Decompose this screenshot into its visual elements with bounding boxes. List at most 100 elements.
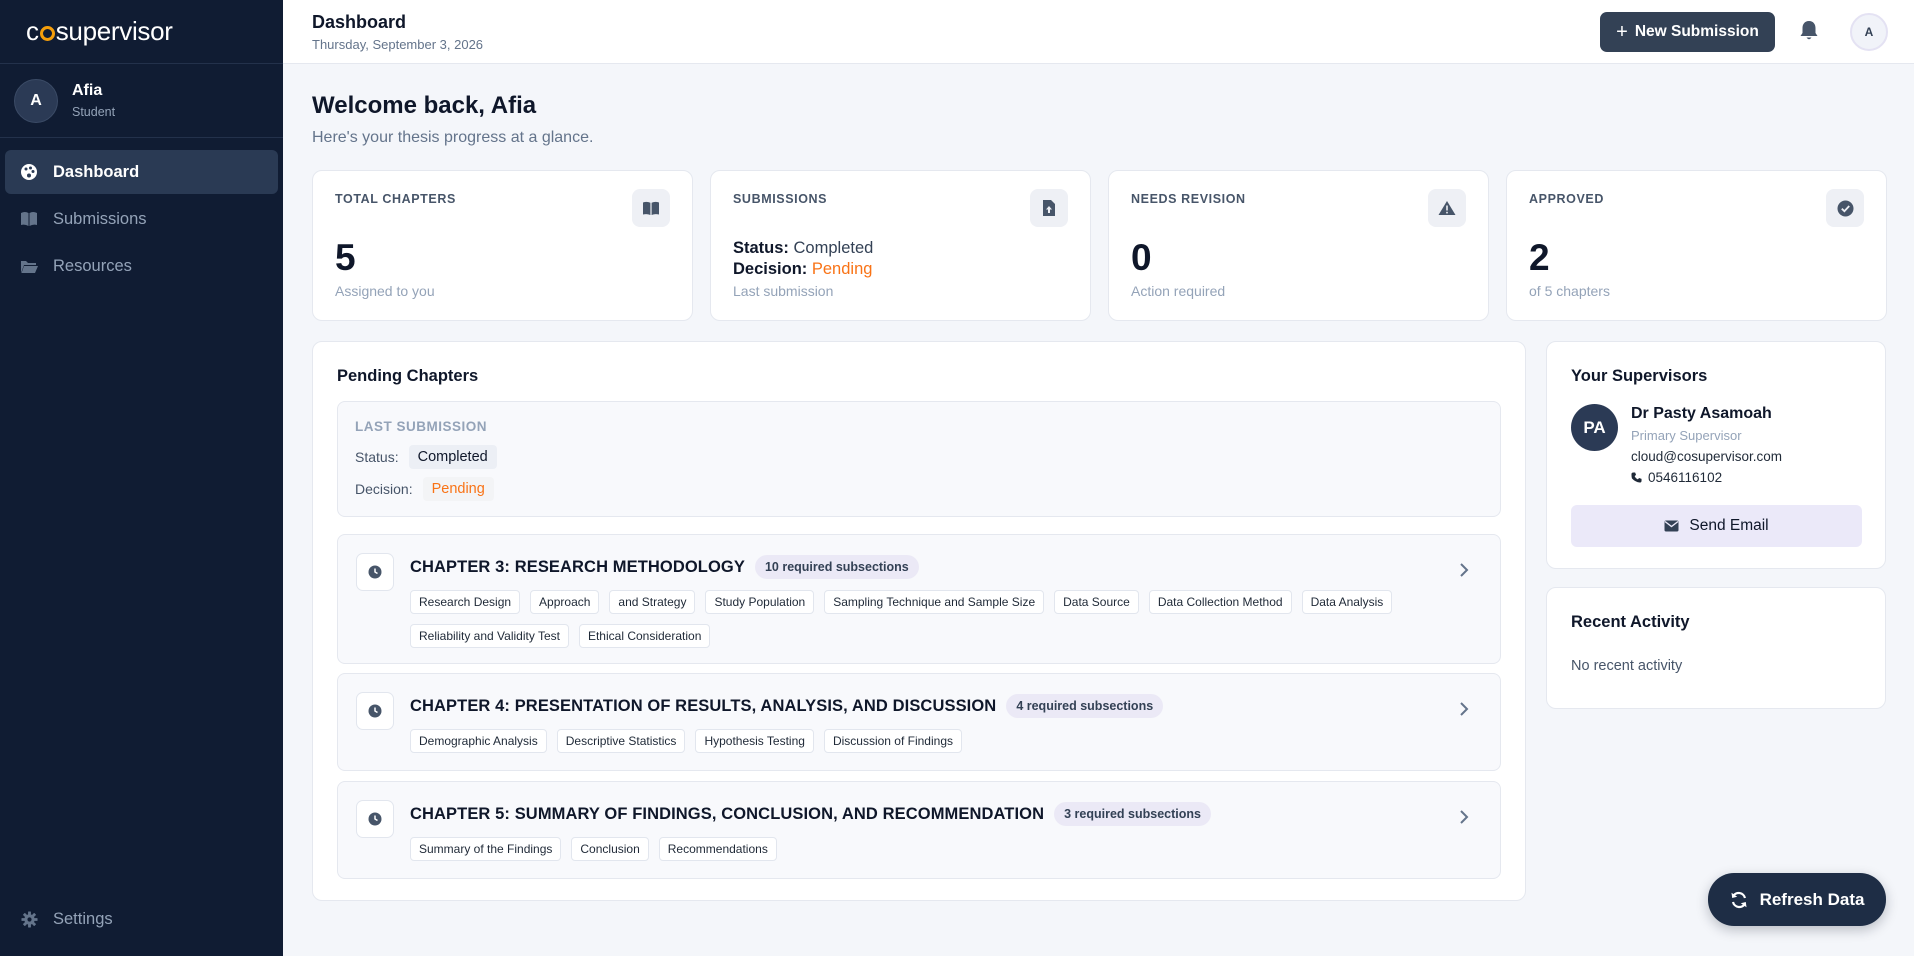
subsection-tags: Demographic Analysis Descriptive Statist… <box>410 729 1440 753</box>
status-value: Completed <box>793 239 874 257</box>
warning-icon <box>1428 189 1466 227</box>
stat-card-approved: APPROVED 2 of 5 chapters <box>1506 170 1887 321</box>
decision-badge: Pending <box>422 477 494 501</box>
subsection-tag: Conclusion <box>571 837 649 861</box>
send-email-button[interactable]: Send Email <box>1571 505 1862 547</box>
clock-icon <box>356 553 394 591</box>
top-bar: Dashboard Thursday, September 3, 2026 + … <box>283 0 1914 64</box>
subsection-tag: Hypothesis Testing <box>695 729 814 753</box>
subsection-tag: Recommendations <box>658 837 777 861</box>
stat-value: 0 <box>1131 237 1152 278</box>
sidebar-item-label: Dashboard <box>53 162 140 181</box>
subsection-tag: Sampling Technique and Sample Size <box>824 590 1045 614</box>
last-submission-box: LAST SUBMISSION Status: Completed Decisi… <box>337 401 1501 517</box>
stat-value: 2 <box>1529 237 1550 278</box>
sidebar-item-resources[interactable]: Resources <box>5 244 278 288</box>
supervisor-avatar: PA <box>1571 404 1618 451</box>
stat-label: SUBMISSIONS <box>733 192 828 206</box>
logo-text-end: supervisor <box>55 16 173 46</box>
status-key: Status: <box>733 239 789 257</box>
stat-card-submissions: SUBMISSIONS Status: Completed Decision: … <box>710 170 1091 321</box>
chevron-right-icon[interactable] <box>1458 809 1470 825</box>
section-title: Recent Activity <box>1571 613 1690 631</box>
new-submission-button[interactable]: + New Submission <box>1600 12 1775 52</box>
supervisors-card: Your Supervisors PA Dr Pasty Asamoah Pri… <box>1546 341 1886 569</box>
stat-card-needs-revision: NEEDS REVISION 0 Action required <box>1108 170 1489 321</box>
phone-icon <box>1631 472 1642 483</box>
sidebar-item-label: Resources <box>53 256 132 275</box>
chapter-card-3[interactable]: CHAPTER 3: RESEARCH METHODOLOGY 10 requi… <box>337 534 1501 664</box>
stat-caption: Last submission <box>733 283 834 299</box>
status-badge: Completed <box>408 445 497 469</box>
subsection-tag: Summary of the Findings <box>410 837 562 861</box>
refresh-icon <box>1731 891 1747 908</box>
subsection-tags: Summary of the Findings Conclusion Recom… <box>410 837 1440 861</box>
chevron-right-icon[interactable] <box>1458 562 1470 578</box>
subsection-count-badge: 4 required subsections <box>1006 694 1164 718</box>
chapter-title: CHAPTER 4: PRESENTATION OF RESULTS, ANAL… <box>410 696 997 715</box>
clock-icon <box>356 692 394 730</box>
file-upload-icon <box>1030 189 1068 227</box>
stat-caption: Assigned to you <box>335 283 435 299</box>
subsection-tag: Data Analysis <box>1301 590 1393 614</box>
subsection-tag: Research Design <box>410 590 521 614</box>
sidebar-item-settings[interactable]: Settings <box>5 897 278 941</box>
envelope-icon <box>1664 520 1679 532</box>
stat-label: NEEDS REVISION <box>1131 192 1246 206</box>
last-submission-status: Status: Completed <box>355 445 497 469</box>
subsection-tag: Study Population <box>705 590 815 614</box>
decision-value: Pending <box>811 260 873 278</box>
sidebar-item-dashboard[interactable]: Dashboard <box>5 150 278 194</box>
last-submission-label: LAST SUBMISSION <box>355 419 488 434</box>
recent-activity-card: Recent Activity No recent activity <box>1546 587 1886 709</box>
stat-label: TOTAL CHAPTERS <box>335 192 456 206</box>
user-profile[interactable]: A Afia Student <box>0 64 283 138</box>
folder-icon <box>19 256 39 276</box>
check-circle-icon <box>1826 189 1864 227</box>
stat-card-total-chapters: TOTAL CHAPTERS 5 Assigned to you <box>312 170 693 321</box>
subsection-tags: Research Design Approach and Strategy St… <box>410 590 1440 648</box>
settings-label: Settings <box>53 909 113 928</box>
clock-icon <box>356 800 394 838</box>
last-submission-decision: Decision: Pending <box>355 477 494 501</box>
status-key: Status: <box>355 449 399 465</box>
welcome-heading: Welcome back, Afia <box>312 92 537 119</box>
plus-icon: + <box>1616 21 1628 43</box>
pending-chapters-panel: Pending Chapters LAST SUBMISSION Status:… <box>312 341 1526 901</box>
phone-number: 0546116102 <box>1648 470 1723 485</box>
sidebar-item-submissions[interactable]: Submissions <box>5 197 278 241</box>
sidebar: c supervisor A Afia Student Dashboard Sub… <box>0 0 283 956</box>
bell-icon[interactable] <box>1799 20 1821 42</box>
chapter-title: CHAPTER 5: SUMMARY OF FINDINGS, CONCLUSI… <box>410 804 1045 823</box>
sidebar-item-label: Submissions <box>53 209 147 228</box>
decision-key: Decision: <box>355 481 413 497</box>
chapter-card-4[interactable]: CHAPTER 4: PRESENTATION OF RESULTS, ANAL… <box>337 673 1501 771</box>
avatar[interactable]: A <box>1850 13 1888 51</box>
avatar: A <box>14 78 58 123</box>
section-title: Your Supervisors <box>1571 367 1708 385</box>
page-title: Dashboard <box>312 12 407 32</box>
chapter-card-5[interactable]: CHAPTER 5: SUMMARY OF FINDINGS, CONCLUSI… <box>337 781 1501 879</box>
subsection-count-badge: 3 required subsections <box>1054 802 1211 826</box>
app-logo[interactable]: c supervisor <box>0 0 283 64</box>
logo-text-start: c <box>26 16 39 46</box>
subsection-tag: Reliability and Validity Test <box>410 624 569 648</box>
subsection-count-badge: 10 required subsections <box>754 555 919 579</box>
chevron-right-icon[interactable] <box>1458 701 1470 717</box>
subsection-tag: Descriptive Statistics <box>556 729 686 753</box>
gear-icon <box>19 909 39 929</box>
submission-status-line: Status: Completed <box>733 239 873 258</box>
refresh-data-button[interactable]: Refresh Data <box>1708 873 1886 926</box>
supervisor-email: cloud@cosupervisor.com <box>1631 449 1783 464</box>
supervisor-name: Dr Pasty Asamoah <box>1631 405 1772 422</box>
welcome-subtitle: Here's your thesis progress at a glance. <box>312 129 594 146</box>
current-date: Thursday, September 3, 2026 <box>312 37 484 52</box>
subsection-tag: Ethical Consideration <box>578 624 711 648</box>
stat-caption: of 5 chapters <box>1529 283 1610 299</box>
subsection-tag: Discussion of Findings <box>823 729 962 753</box>
stat-caption: Action required <box>1131 283 1226 299</box>
user-name: Afia <box>72 82 103 99</box>
refresh-data-label: Refresh Data <box>1759 889 1865 909</box>
stat-value: 5 <box>335 237 356 278</box>
stat-label: APPROVED <box>1529 192 1604 206</box>
